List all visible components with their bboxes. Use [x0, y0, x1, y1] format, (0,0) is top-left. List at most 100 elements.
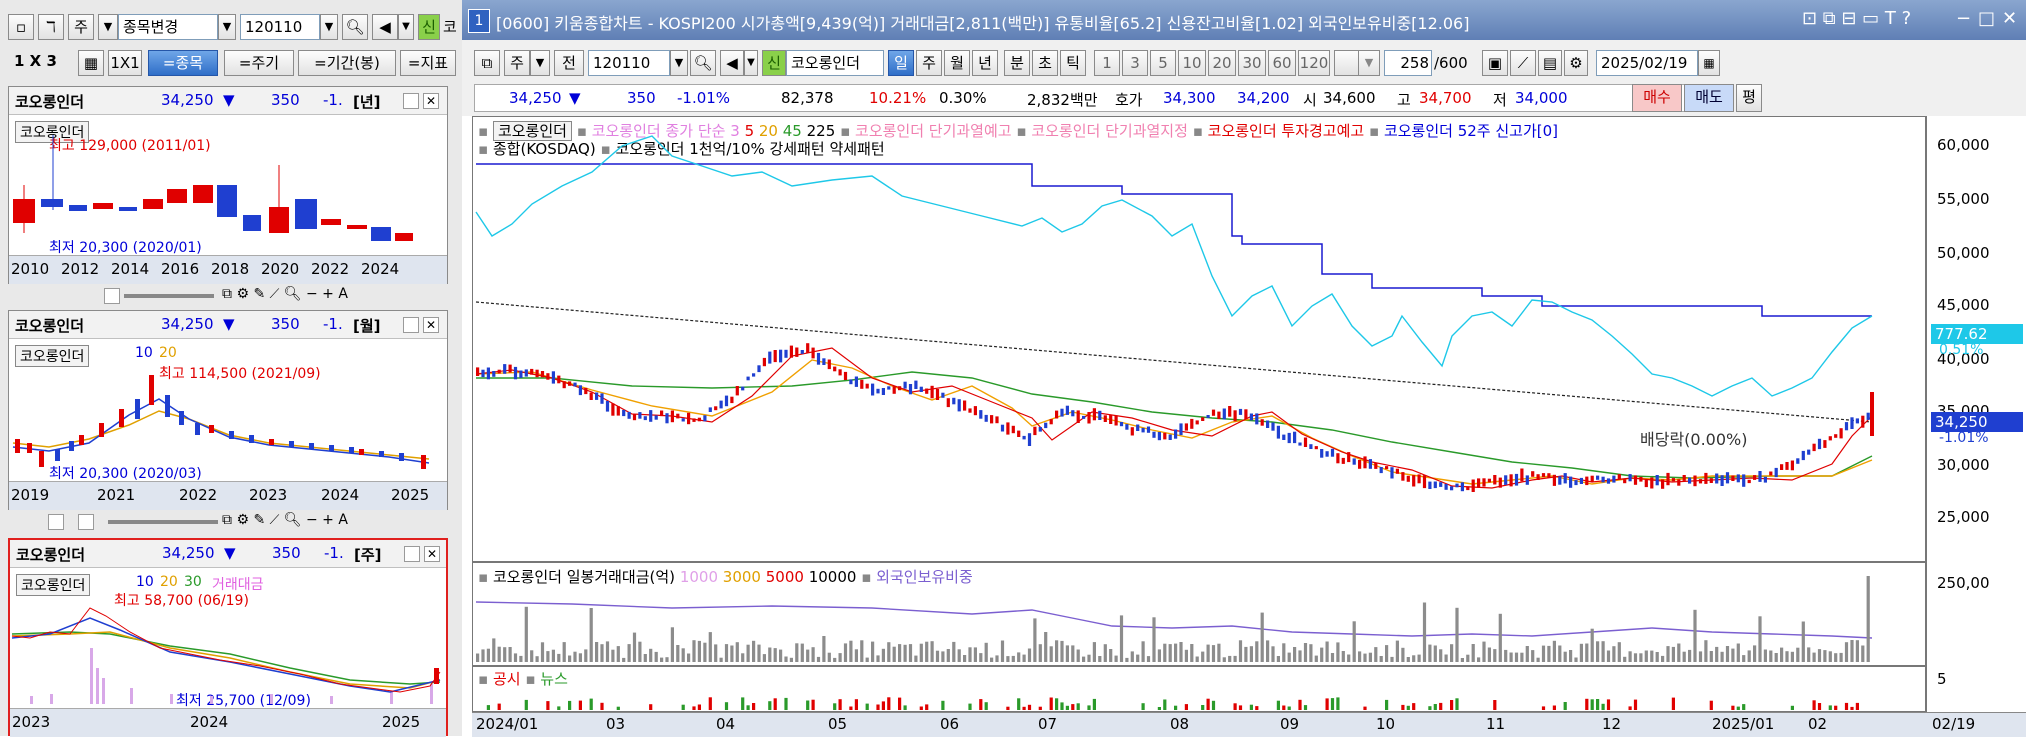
y-tick: 30,000: [1937, 456, 1990, 474]
chevron-down-icon[interactable]: ▼: [670, 50, 688, 76]
volume-bar: [1796, 647, 1800, 662]
stock-change-select[interactable]: 종목변경: [118, 14, 218, 40]
minimize-icon[interactable]: −: [1956, 8, 1971, 29]
restore-icon[interactable]: □: [1978, 8, 1995, 29]
speaker-icon[interactable]: ◀: [372, 14, 398, 40]
sync-indicator-button[interactable]: =지표: [400, 50, 456, 76]
period-second-button[interactable]: 초: [1032, 50, 1058, 76]
period-tick-button[interactable]: 틱: [1060, 50, 1086, 76]
search-icon[interactable]: 🔍︎: [342, 14, 368, 40]
interval-button[interactable]: 30: [1238, 50, 1266, 76]
candle: [654, 415, 658, 420]
maximize-icon[interactable]: [404, 546, 420, 562]
news-bar: [1439, 702, 1443, 710]
interval-button[interactable]: 3: [1122, 50, 1148, 76]
save-icon[interactable]: ▤: [1538, 50, 1562, 76]
buy-button[interactable]: 매수: [1632, 84, 1682, 112]
scrollbar[interactable]: [124, 294, 214, 298]
scrollbar[interactable]: [108, 520, 218, 524]
candle: [1547, 473, 1551, 478]
tool-icons[interactable]: ⧉ ⚙ ✎ ⟋ 🔍︎ − + A: [222, 286, 348, 302]
period-year-button[interactable]: 년: [972, 50, 998, 76]
scroll-right-icon[interactable]: [78, 514, 94, 530]
mode-select[interactable]: 주: [68, 14, 94, 40]
sync-stock-button[interactable]: =종목: [148, 50, 218, 76]
candle: [1839, 428, 1843, 439]
code-input[interactable]: 120110: [588, 50, 670, 76]
chevron-down-icon[interactable]: ▼: [320, 14, 338, 40]
chevron-down-icon[interactable]: ▼: [744, 50, 758, 76]
volume-bar: [605, 641, 610, 662]
chevron-down-icon[interactable]: ▼: [398, 14, 414, 40]
period-month-button[interactable]: 월: [944, 50, 970, 76]
gear-icon[interactable]: ⚙: [1564, 50, 1588, 76]
period-week-button[interactable]: 주: [916, 50, 942, 76]
period-day-button[interactable]: 일: [888, 50, 914, 76]
interval-button[interactable]: 5: [1150, 50, 1176, 76]
close-icon[interactable]: ✕: [424, 546, 440, 562]
stock-name-field[interactable]: 코오롱인더: [786, 50, 884, 76]
chevron-down-icon[interactable]: ▼: [1358, 50, 1380, 76]
sync-range-button[interactable]: =기간(봉): [298, 50, 396, 76]
volume-bar: [1314, 655, 1318, 662]
close-icon[interactable]: ✕: [423, 93, 439, 109]
volume-bar: [1763, 649, 1767, 662]
candle: [1579, 477, 1583, 484]
layout-1x1-button[interactable]: 1X1: [108, 50, 142, 76]
interval-button[interactable]: 10: [1178, 50, 1206, 76]
interval-button[interactable]: 60: [1268, 50, 1296, 76]
interval-button[interactable]: 20: [1208, 50, 1236, 76]
tool-icons[interactable]: ⧉ ⚙ ✎ ⟋ 🔍︎ − + A: [222, 512, 348, 528]
maximize-icon[interactable]: [403, 93, 419, 109]
interval-button[interactable]: 120: [1298, 50, 1330, 76]
grid-icon[interactable]: ▦: [78, 50, 104, 76]
volume-bar: [1293, 647, 1297, 662]
filter-icon[interactable]: ℸ: [38, 14, 64, 40]
panel-header: 코오롱인더 34,250 ▼ 350 -1. [년] ✕: [9, 87, 447, 115]
market-all-button[interactable]: 전: [554, 50, 584, 76]
chevron-down-icon[interactable]: ▼: [530, 50, 550, 76]
chevron-down-icon[interactable]: ▼: [98, 14, 118, 40]
candle: [1644, 480, 1648, 488]
volume-bar: [1255, 641, 1259, 662]
draw-icon[interactable]: ⟋: [1510, 50, 1536, 76]
speaker-icon[interactable]: ◀: [720, 50, 744, 76]
candle: [1282, 434, 1286, 440]
search-icon[interactable]: 🔍︎: [690, 50, 716, 76]
news-bar: [903, 705, 907, 710]
credit-badge[interactable]: 신: [762, 50, 786, 76]
close-icon[interactable]: ✕: [423, 317, 439, 333]
candle: [1633, 475, 1638, 485]
date-input[interactable]: 2025/02/19: [1596, 50, 1698, 76]
chart-tool-icon[interactable]: ▣: [1482, 50, 1508, 76]
volume-bar: [784, 656, 788, 662]
candle: [1401, 472, 1405, 481]
volume-bar: [1753, 645, 1757, 662]
sync-period-button[interactable]: =주기: [224, 50, 294, 76]
mode-select[interactable]: 주: [504, 50, 530, 76]
volume-bar: [1044, 632, 1048, 662]
count-input[interactable]: 258: [1384, 50, 1432, 76]
window-controls[interactable]: ⊡ ⧉ ⊟ ▭ T ?: [1802, 8, 1911, 29]
credit-badge[interactable]: 신: [418, 14, 440, 40]
volume-bar: [892, 646, 896, 662]
calendar-icon[interactable]: ▦: [1698, 50, 1720, 76]
news-bar: [1060, 702, 1064, 710]
sell-button[interactable]: 매도: [1684, 84, 1734, 112]
avg-button[interactable]: 평: [1736, 84, 1762, 112]
news-bar: [1601, 703, 1605, 710]
volume-bar: [1412, 655, 1416, 662]
candle: [1558, 476, 1562, 485]
pin-icon[interactable]: ▫: [8, 14, 34, 40]
maximize-icon[interactable]: [403, 317, 419, 333]
config-icon[interactable]: ⧉: [474, 50, 500, 76]
period-minute-button[interactable]: 분: [1004, 50, 1030, 76]
close-icon[interactable]: ✕: [2002, 8, 2017, 29]
interval-button[interactable]: 1: [1094, 50, 1120, 76]
code-input[interactable]: 120110: [240, 14, 320, 40]
chevron-down-icon[interactable]: ▼: [218, 14, 236, 40]
scroll-left-icon[interactable]: [104, 288, 120, 304]
scroll-left-icon[interactable]: [48, 514, 64, 530]
candle: [995, 416, 999, 424]
candle: [1336, 453, 1340, 464]
